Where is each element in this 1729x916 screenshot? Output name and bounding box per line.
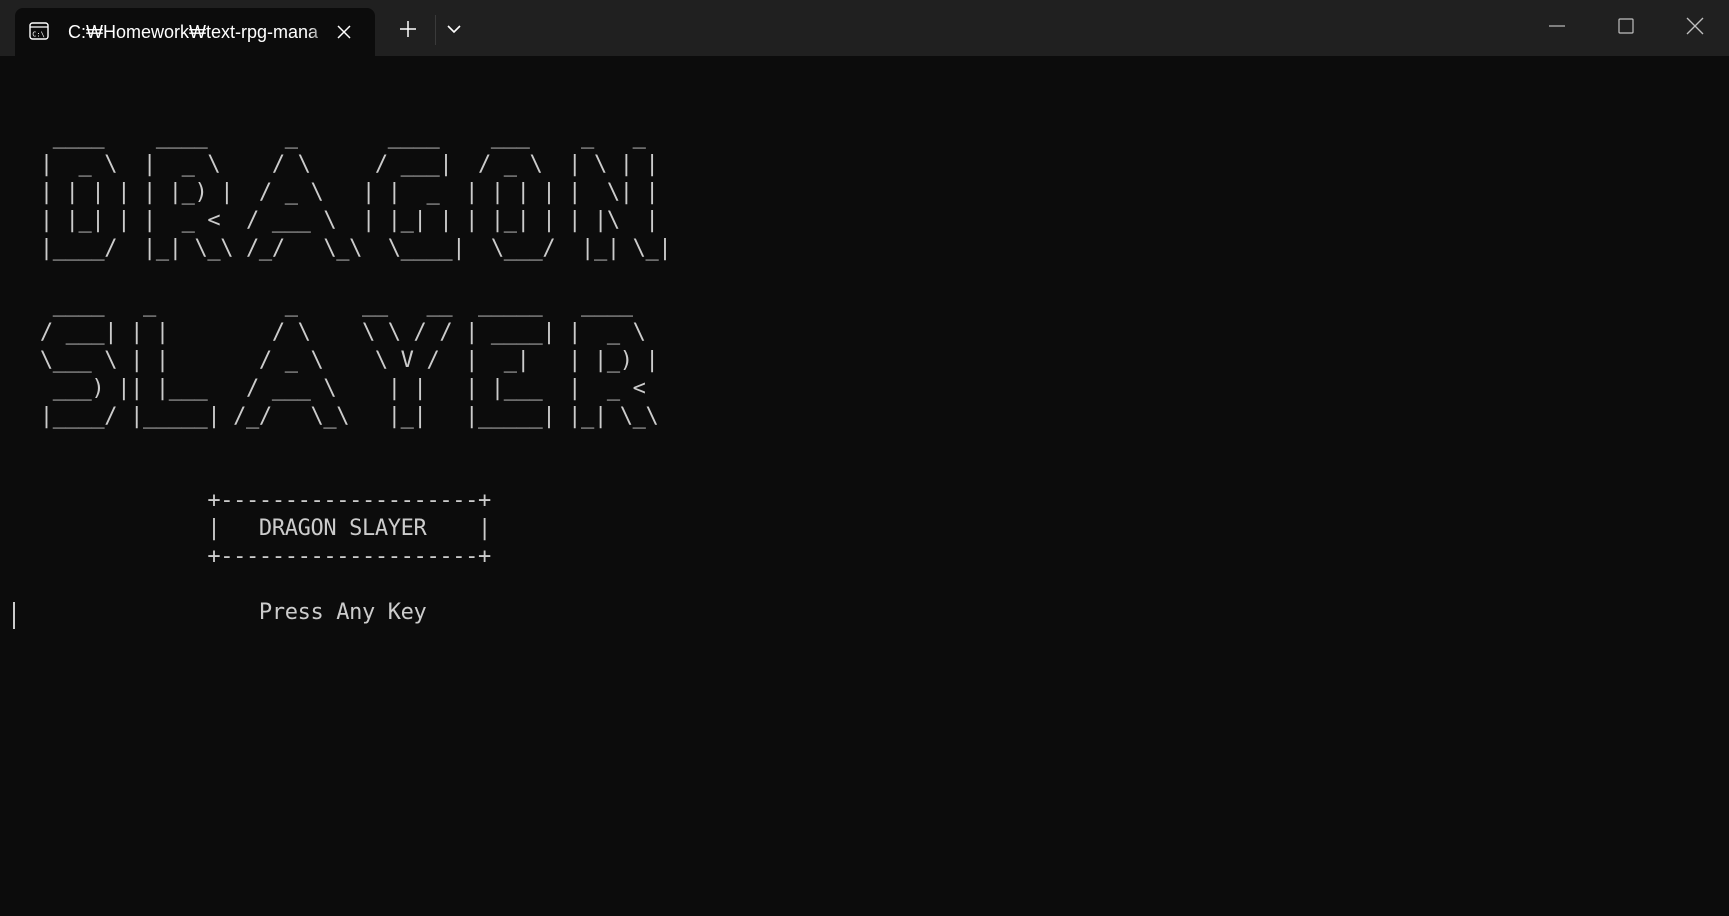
terminal-line: ____ ____ _ ____ ___ _ _ [27, 124, 646, 149]
terminal-text: ____ ____ _ ____ ___ _ _ | _ \ | _ \ / \… [27, 95, 672, 627]
terminal-line: | DRAGON SLAYER | [27, 516, 491, 541]
terminal-line: | | | | | |_) | / _ \ | | _ | | | | | \|… [27, 180, 659, 205]
tab-separator [435, 15, 436, 45]
terminal-window: C:\ C:₩Homework₩text-rpg-mana ____ ____ … [0, 0, 1729, 916]
minimize-icon[interactable] [1545, 14, 1569, 38]
terminal-line: | _ \ | _ \ / \ / ___| / _ \ | \ | | [27, 152, 659, 177]
text-cursor [13, 602, 15, 629]
terminal-line: ____ _ _ __ __ _____ ____ [27, 292, 633, 317]
terminal-line: |____/ |_| \_\ /_/ \_\ \____| \___/ |_| … [27, 236, 672, 261]
terminal-line: ___) || |___ / ___ \ | | | |___ | _ < [27, 376, 646, 401]
command-prompt-icon: C:\ [29, 21, 49, 41]
plus-icon[interactable] [396, 17, 420, 41]
terminal-output-area[interactable]: ____ ____ _ ____ ___ _ _ | _ \ | _ \ / \… [0, 56, 1729, 916]
terminal-line: +--------------------+ [27, 544, 491, 569]
terminal-line: |____/ |_____| /_/ \_\ |_| |_____| |_| \… [27, 404, 659, 429]
terminal-line: | |_| | | _ < / ___ \ | |_| | | |_| | | … [27, 208, 659, 233]
tab-active[interactable]: C:\ C:₩Homework₩text-rpg-mana [15, 8, 375, 56]
tab-title: C:₩Homework₩text-rpg-mana [68, 22, 319, 42]
terminal-line: +--------------------+ [27, 488, 491, 513]
svg-text:C:\: C:\ [32, 31, 45, 39]
chevron-down-icon[interactable] [442, 17, 466, 41]
terminal-line: Press Any Key [27, 600, 427, 625]
close-icon[interactable] [1683, 14, 1707, 38]
terminal-line: / ___| | | / \ \ \ / / | ____| | _ \ [27, 320, 646, 345]
terminal-line: \___ \ | | / _ \ \ V / | _| | |_) | [27, 348, 659, 373]
tab-close-icon[interactable] [333, 21, 355, 43]
maximize-icon[interactable] [1614, 14, 1638, 38]
title-bar[interactable]: C:\ C:₩Homework₩text-rpg-mana [0, 0, 1729, 56]
